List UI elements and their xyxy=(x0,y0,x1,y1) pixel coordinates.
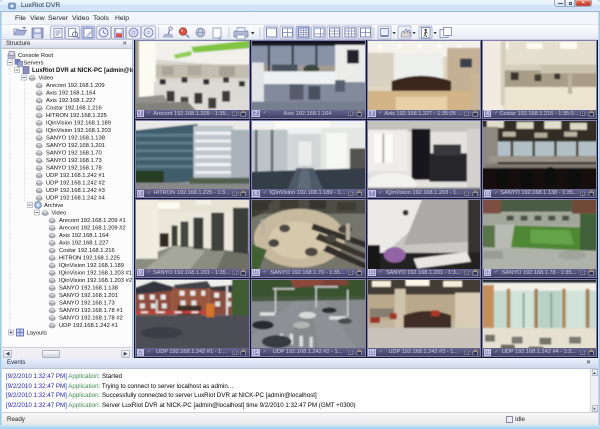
svg-text:Console Root: Console Root xyxy=(18,53,54,59)
svg-text:SANYO 192.168.1.78: SANYO 192.168.1.78 xyxy=(46,166,102,172)
svg-text:HITRON 192.168.1.225: HITRON 192.168.1.225 xyxy=(59,256,120,262)
svg-text:Costar 192.168.1.216: Costar 192.168.1.216 xyxy=(46,106,102,112)
svg-text:SANYO 192.168.1.70: SANYO 192.168.1.70 xyxy=(46,151,102,157)
svg-text:Servers: Servers xyxy=(24,61,44,67)
svg-text:Video: Video xyxy=(52,211,67,217)
svg-text:IQinVision 192.168.1.189: IQinVision 192.168.1.189 xyxy=(46,121,111,127)
svg-text:UDP 192.168.1.242 #1: UDP 192.168.1.242 #1 xyxy=(59,323,118,329)
svg-text:SANYO 192.168.1.78 #2: SANYO 192.168.1.78 #2 xyxy=(59,316,123,322)
svg-text:IQinVision 192.168.1.203 #2: IQinVision 192.168.1.203 #2 xyxy=(59,278,132,284)
svg-text:Layouts: Layouts xyxy=(27,331,47,337)
svg-text:Axis 192.168.1.227: Axis 192.168.1.227 xyxy=(46,98,96,104)
svg-text:Axis 192.168.1.164: Axis 192.168.1.164 xyxy=(46,91,96,97)
svg-text:UDP 192.168.1.242 #4: UDP 192.168.1.242 #4 xyxy=(46,196,106,202)
svg-text:SANYO 192.168.1.201: SANYO 192.168.1.201 xyxy=(59,293,118,299)
svg-text:Archive: Archive xyxy=(44,203,63,209)
svg-text:Axis 192.168.1.227: Axis 192.168.1.227 xyxy=(59,241,109,247)
svg-text:SANYO 192.168.1.138: SANYO 192.168.1.138 xyxy=(59,286,118,292)
svg-text:Axis 192.168.1.164: Axis 192.168.1.164 xyxy=(59,233,109,239)
svg-text:UDP 192.168.1.242 #1: UDP 192.168.1.242 #1 xyxy=(46,173,105,179)
svg-text:SANYO 192.168.1.138: SANYO 192.168.1.138 xyxy=(46,136,105,142)
svg-text:Costar 192.168.1.216: Costar 192.168.1.216 xyxy=(59,248,115,254)
svg-text:SANYO 192.168.1.73: SANYO 192.168.1.73 xyxy=(46,158,102,164)
svg-text:IQinVision 192.168.1.203: IQinVision 192.168.1.203 xyxy=(46,128,111,134)
svg-text:HITRON 192.168.1.225: HITRON 192.168.1.225 xyxy=(46,113,107,119)
svg-text:UDP 192.168.1.242 #3: UDP 192.168.1.242 #3 xyxy=(46,188,105,194)
svg-text:SANYO 192.168.1.201: SANYO 192.168.1.201 xyxy=(46,143,105,149)
svg-text:Arecont 192.168.1.209 #2: Arecont 192.168.1.209 #2 xyxy=(59,226,126,232)
svg-text:SANYO 192.168.1.73: SANYO 192.168.1.73 xyxy=(59,301,115,307)
svg-text:Arecont 192.168.1.209 #1: Arecont 192.168.1.209 #1 xyxy=(59,218,126,224)
svg-text:Arecont 192.168.1.209: Arecont 192.168.1.209 xyxy=(46,83,105,89)
svg-text:LuxRiot DVR at NICK-PC [admin@: LuxRiot DVR at NICK-PC [admin@lo xyxy=(32,68,133,74)
svg-text:Video: Video xyxy=(39,76,54,82)
svg-text:UDP 192.168.1.242 #2: UDP 192.168.1.242 #2 xyxy=(46,181,105,187)
svg-text:IQinVision 192.168.1.203 #1: IQinVision 192.168.1.203 #1 xyxy=(59,271,132,277)
svg-text:SANYO 192.168.1.78 #1: SANYO 192.168.1.78 #1 xyxy=(59,308,123,314)
svg-text:IQinVision 192.168.1.189: IQinVision 192.168.1.189 xyxy=(59,263,124,269)
